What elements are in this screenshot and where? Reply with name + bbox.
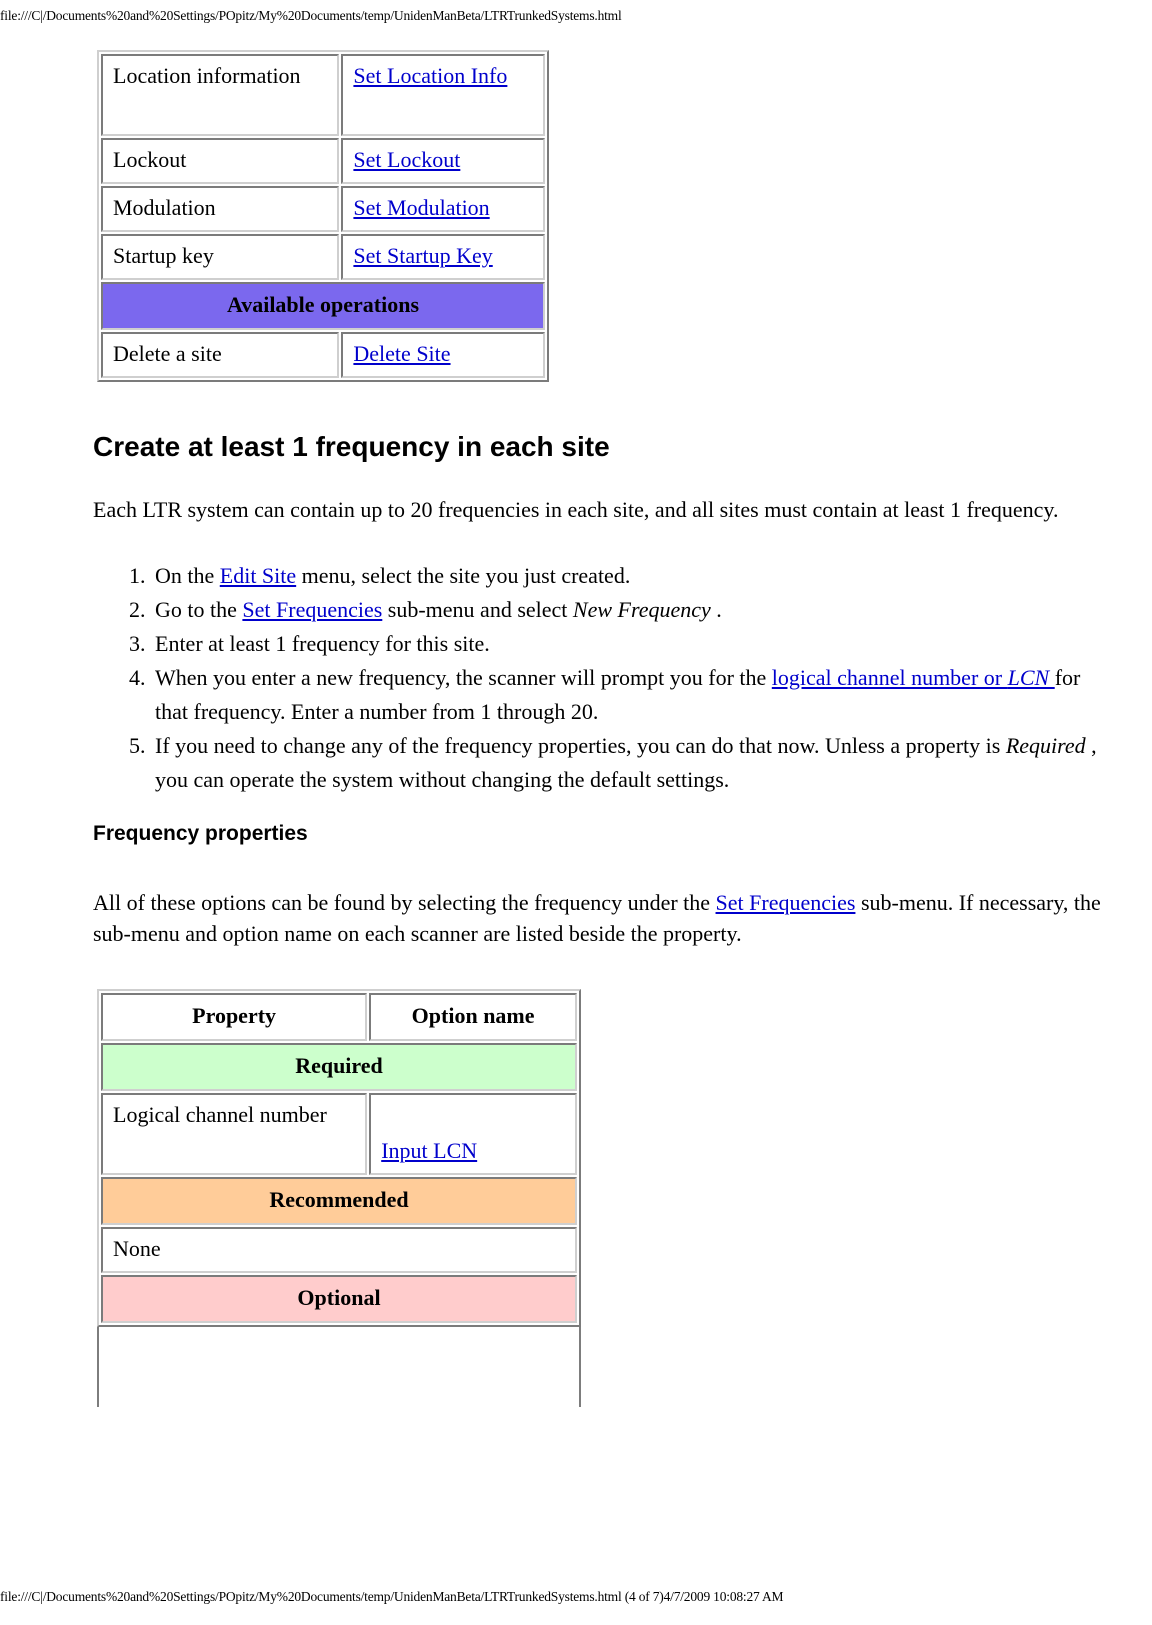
site-options-table: Location information Set Location Info L… [97, 50, 549, 382]
table-row: Location information Set Location Info [101, 54, 545, 136]
table-row: Lockout Set Lockout [101, 138, 545, 184]
cell-option-delete-site: Delete Site [341, 332, 545, 378]
table-header-row: Property Option name [101, 993, 577, 1041]
footer-url-path: file:///C|/Documents%20and%20Settings/PO… [0, 1589, 784, 1604]
banner-optional: Optional [101, 1275, 577, 1323]
cell-property-location-information: Location information [101, 54, 340, 136]
list-item: Enter at least 1 frequency for this site… [151, 627, 1113, 661]
step-text: menu, select the site you just created. [296, 563, 631, 588]
header-url-path: file:///C|/Documents%20and%20Settings/PO… [0, 8, 622, 23]
cell-option-modulation: Set Modulation [341, 186, 545, 232]
table-continuation-stub [97, 1327, 581, 1407]
step-text: If you need to change any of the frequen… [155, 733, 1006, 758]
list-item: When you enter a new frequency, the scan… [151, 661, 1113, 729]
table-row: Optional [101, 1275, 577, 1323]
step-text: Go to the [155, 597, 243, 622]
link-input-lcn[interactable]: Input LCN [381, 1138, 477, 1163]
cell-option-location-information: Set Location Info [341, 54, 545, 136]
step-text: sub-menu and select [382, 597, 573, 622]
table-continuation-clipped [93, 1327, 1113, 1407]
table-row: Recommended [101, 1177, 577, 1225]
list-item: On the Edit Site menu, select the site y… [151, 559, 1113, 593]
table-row: Available operations [101, 282, 545, 330]
cell-option-startup-key: Set Startup Key [341, 234, 545, 280]
step-text: When you enter a new frequency, the scan… [155, 665, 772, 690]
cell-option-input-lcn: Input LCN [369, 1093, 577, 1175]
cell-property-startup-key: Startup key [101, 234, 340, 280]
cell-property-modulation: Modulation [101, 186, 340, 232]
create-frequency-steps: On the Edit Site menu, select the site y… [93, 559, 1113, 797]
step-text: On the [155, 563, 220, 588]
link-set-modulation[interactable]: Set Modulation [353, 195, 489, 220]
link-set-frequencies[interactable]: Set Frequencies [242, 597, 382, 622]
heading-create-frequency: Create at least 1 frequency in each site [93, 431, 610, 462]
paragraph-frequency-properties-intro: All of these options can be found by sel… [93, 887, 1113, 949]
link-logical-channel-number[interactable]: logical channel number or [772, 665, 1008, 690]
cell-property-lockout: Lockout [101, 138, 340, 184]
list-item: If you need to change any of the frequen… [151, 729, 1113, 797]
table-row: Delete a site Delete Site [101, 332, 545, 378]
link-set-lockout[interactable]: Set Lockout [353, 147, 460, 172]
step-text: . [710, 597, 722, 622]
link-set-startup-key[interactable]: Set Startup Key [353, 243, 492, 268]
table-row: Required [101, 1043, 577, 1091]
cell-none: None [101, 1227, 577, 1273]
link-set-frequencies-2[interactable]: Set Frequencies [716, 890, 856, 915]
paragraph-text: All of these options can be found by sel… [93, 890, 716, 915]
column-header-property: Property [101, 993, 368, 1041]
column-header-option-name: Option name [369, 993, 577, 1041]
paragraph-create-frequency-intro: Each LTR system can contain up to 20 fre… [93, 497, 1059, 522]
cell-property-delete-a-site: Delete a site [101, 332, 340, 378]
frequency-properties-table: Property Option name Required Logical ch… [97, 989, 581, 1327]
cell-option-lockout: Set Lockout [341, 138, 545, 184]
step-emphasis: New Frequency [572, 597, 711, 622]
heading-frequency-properties: Frequency properties [93, 822, 308, 845]
table-row: Logical channel number Input LCN [101, 1093, 577, 1175]
table-row: Startup key Set Startup Key [101, 234, 545, 280]
link-lcn[interactable]: LCN [1008, 665, 1055, 690]
banner-recommended: Recommended [101, 1177, 577, 1225]
banner-required: Required [101, 1043, 577, 1091]
step-emphasis: Required [1005, 733, 1086, 758]
link-set-location-info[interactable]: Set Location Info [353, 63, 507, 88]
document-page: file:///C|/Documents%20and%20Settings/PO… [0, 0, 1152, 1625]
banner-available-operations: Available operations [101, 282, 545, 330]
table-row: None [101, 1227, 577, 1273]
document-content: Location information Set Location Info L… [93, 50, 1113, 1407]
link-edit-site[interactable]: Edit Site [220, 563, 296, 588]
table-row: Modulation Set Modulation [101, 186, 545, 232]
list-item: Go to the Set Frequencies sub-menu and s… [151, 593, 1113, 627]
link-delete-site[interactable]: Delete Site [353, 341, 450, 366]
cell-property-logical-channel-number: Logical channel number [101, 1093, 368, 1175]
step-text: Enter at least 1 frequency for this site… [155, 631, 490, 656]
